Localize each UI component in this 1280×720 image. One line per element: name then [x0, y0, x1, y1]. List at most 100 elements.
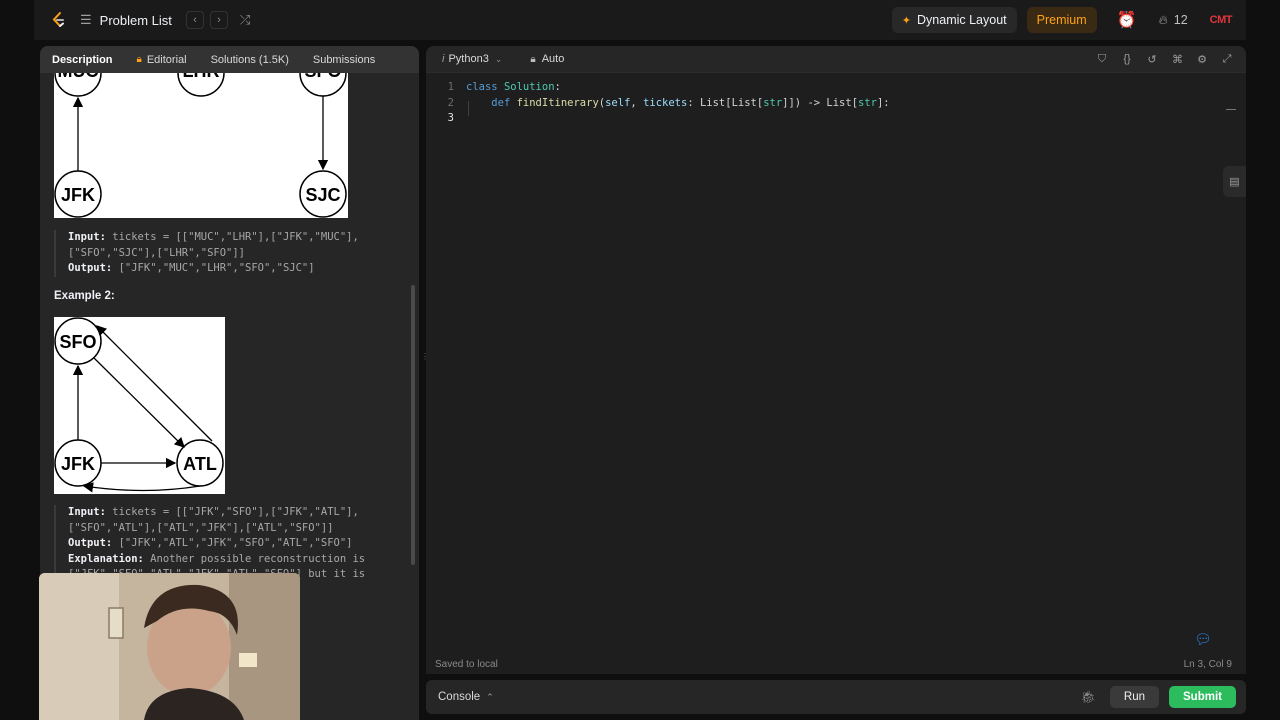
node-label: MUC	[58, 73, 99, 81]
param: self	[605, 96, 631, 109]
lock-icon: 🔒︎	[530, 53, 536, 65]
node-label: SFO	[59, 332, 96, 352]
node-label: SFO	[304, 73, 341, 81]
chevron-down-icon: ⌄	[494, 53, 503, 64]
chevron-right-icon: ›	[217, 14, 221, 26]
type: str	[858, 96, 877, 109]
language-select[interactable]: i Python3 ⌄	[442, 53, 502, 65]
reset-icon[interactable]: ↺	[1147, 53, 1157, 66]
description-scrollbar[interactable]	[411, 285, 415, 565]
cursor-position: Ln 3, Col 9	[1183, 659, 1232, 670]
tab-label: Editorial	[146, 53, 187, 66]
shortcut-command-icon[interactable]: ⌘	[1172, 53, 1183, 66]
code-line-2[interactable]: def findItinerary(self, tickets: List[Li…	[466, 96, 889, 112]
console-toggle[interactable]: Console ⌃	[438, 691, 494, 703]
debug-bug-icon[interactable]: 🐞︎	[1081, 690, 1096, 704]
tab-submissions[interactable]: Submissions	[301, 46, 387, 73]
top-navbar: ☰ Problem List ‹ › ⤮ ✦ Dynamic Layout Pr…	[34, 0, 1246, 40]
punct: ,	[630, 96, 644, 109]
auto-mode-label: Auto	[541, 53, 565, 65]
dynamic-layout-label: Dynamic Layout	[917, 13, 1007, 27]
tab-label: Submissions	[312, 53, 376, 66]
example-2-output: ["JFK","ATL","JFK","SFO","ATL","SFO"]	[112, 537, 353, 549]
line-number: 2	[447, 96, 454, 109]
submit-button[interactable]: Submit	[1169, 686, 1236, 708]
punct: :	[554, 81, 561, 93]
top-right-group: ✦ Dynamic Layout Premium ⏰ 🔥︎ 12 CMT	[891, 0, 1246, 40]
minimap-marker	[1226, 109, 1236, 110]
user-avatar[interactable]: CMT	[1210, 14, 1233, 26]
alarm-clock-icon[interactable]: ⏰	[1117, 10, 1137, 30]
node-label: JFK	[61, 185, 95, 205]
example-2-explanation-line1: Another possible reconstruction is	[143, 552, 366, 565]
example-2-title: Example 2:	[54, 290, 115, 302]
prev-problem-button[interactable]: ‹	[185, 11, 204, 29]
bookmark-icon[interactable]: ⛉	[1097, 53, 1107, 66]
chevron-up-icon: ⌃	[486, 691, 494, 702]
side-notes-tab[interactable]: ▤	[1223, 166, 1246, 197]
code-editor-panel: i Python3 ⌄ 🔒︎ Auto ⛉ {} ↺ ⌘ ⚙ ⤢ 1 2 3 c…	[426, 46, 1246, 674]
type-annotation: : List[List[	[687, 96, 764, 109]
function-name: findItinerary	[516, 96, 599, 109]
streak-counter[interactable]: 🔥︎ 12	[1159, 13, 1188, 28]
indent-guide	[468, 101, 469, 116]
example-2-input-line1: tickets = [["JFK","SFO"],["JFK","ATL"],	[105, 506, 359, 518]
tab-solutions[interactable]: Solutions (1.5K)	[199, 46, 301, 73]
example-1-input-line1: tickets = [["MUC","LHR"],["JFK","MUC"],	[105, 231, 359, 243]
editor-actions: ⛉ {} ↺ ⌘ ⚙ ⤢	[1082, 53, 1232, 66]
tab-label: Solutions (1.5K)	[210, 53, 289, 66]
input-label: Input:	[68, 231, 106, 243]
output-label: Output:	[68, 262, 113, 274]
type: str	[763, 96, 783, 109]
example-1-output: ["JFK","MUC","LHR","SFO","SJC"]	[112, 262, 315, 274]
console-bar: Console ⌃ 🐞︎ Run Submit	[426, 680, 1246, 714]
lock-icon: 🔒︎	[136, 54, 142, 65]
panel-resize-handle[interactable]: ⋮	[421, 352, 429, 368]
chevron-left-icon: ‹	[193, 14, 197, 26]
dynamic-layout-button[interactable]: ✦ Dynamic Layout	[891, 7, 1017, 33]
line-number: 1	[447, 81, 454, 93]
premium-button[interactable]: Premium	[1026, 7, 1097, 33]
tab-editorial[interactable]: 🔒︎ Editorial	[125, 46, 199, 73]
saved-status: Saved to local	[435, 659, 498, 670]
problem-list-label: Problem List	[99, 12, 172, 28]
tab-description[interactable]: Description	[40, 46, 125, 73]
example-2-io-block: Input: tickets = [["JFK","SFO"],["JFK","…	[54, 505, 365, 583]
node-label: JFK	[61, 454, 95, 474]
output-label: Output:	[68, 537, 113, 549]
fullscreen-icon[interactable]: ⤢	[1222, 53, 1232, 66]
node-label: SJC	[305, 185, 340, 205]
run-button[interactable]: Run	[1109, 686, 1160, 708]
next-problem-button[interactable]: ›	[209, 11, 228, 29]
keyword: def	[491, 96, 511, 109]
example-2-input-line2: ["SFO","ATL"],["ATL","JFK"],["ATL","SFO"…	[68, 521, 334, 534]
code-line-1[interactable]: class Solution:	[466, 80, 561, 96]
notes-icon: ▤	[1229, 176, 1240, 188]
example-2-graph-image: SFO JFK ATL	[54, 317, 225, 494]
example-1-io-block: Input: tickets = [["MUC","LHR"],["JFK","…	[54, 230, 359, 277]
sparkle-icon: ✦	[901, 14, 912, 27]
type-annotation: ]]) -> List[	[782, 96, 859, 109]
auto-mode-toggle[interactable]: 🔒︎ Auto	[530, 53, 564, 65]
info-icon: i	[442, 53, 445, 65]
console-label: Console	[438, 691, 481, 703]
format-braces-icon[interactable]: {}	[1122, 53, 1132, 65]
list-icon: ☰	[80, 12, 92, 27]
leetcode-logo-icon[interactable]	[48, 10, 68, 30]
node-label: LHR	[183, 73, 220, 81]
problem-list-button[interactable]: ☰ Problem List	[80, 12, 172, 28]
param: tickets	[643, 96, 688, 109]
node-label: ATL	[183, 454, 217, 474]
input-label: Input:	[68, 506, 106, 518]
tab-label: Description	[52, 53, 113, 66]
language-label: Python3	[448, 53, 489, 65]
settings-gear-icon[interactable]: ⚙	[1197, 53, 1207, 66]
chat-assistant-icon[interactable]: 💬︎	[1194, 631, 1212, 649]
explanation-label: Explanation:	[68, 552, 144, 565]
webcam-feed-image	[39, 573, 300, 720]
fire-icon: 🔥︎	[1158, 12, 1168, 27]
class-name: Solution	[503, 81, 555, 93]
shuffle-icon[interactable]: ⤮	[240, 12, 250, 28]
example-1-input-line2: ["SFO","SJC"],["LHR","SFO"]]	[68, 246, 246, 259]
